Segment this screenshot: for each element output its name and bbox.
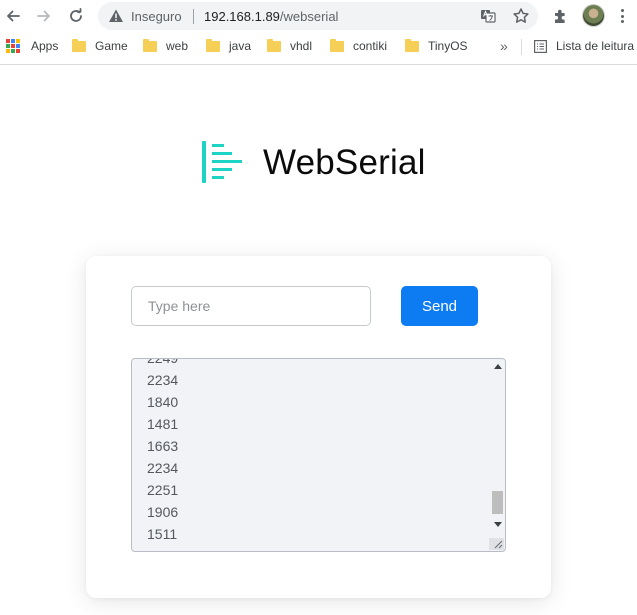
log-scrollbar[interactable] [490, 359, 505, 539]
address-bar[interactable]: Inseguro 192.168.1.89/webserial [98, 2, 538, 30]
log-line: 1481 [147, 416, 179, 432]
star-icon[interactable] [512, 7, 530, 25]
back-arrow-icon[interactable] [1, 4, 25, 28]
log-line: 2234 [147, 460, 179, 476]
serial-log-textarea[interactable]: 2249 2234 1840 1481 1663 2234 2251 1906 … [131, 358, 506, 552]
bookmark-vhdl[interactable]: vhdl [267, 38, 313, 53]
more-bookmarks-button[interactable]: » [500, 38, 508, 54]
apps-grid-icon [6, 39, 20, 53]
reading-list-icon[interactable] [534, 40, 547, 53]
serial-card: Send 2249 2234 1840 1481 1663 2234 2251 … [86, 256, 551, 598]
translate-icon[interactable] [480, 8, 496, 24]
bookmark-apps[interactable]: Apps [6, 39, 58, 53]
log-line: 1906 [147, 504, 179, 520]
avatar[interactable] [582, 4, 605, 27]
log-line: 1663 [147, 438, 179, 454]
bookmark-label: Apps [31, 39, 59, 53]
bookmark-label: Game [95, 39, 128, 53]
bookmark-contiki[interactable]: contiki [330, 38, 388, 53]
serial-log-lines: 2249 2234 1840 1481 1663 2234 2251 1906 … [147, 358, 179, 545]
folder-icon [267, 38, 281, 52]
page-content: WebSerial Send 2249 2234 1840 1481 1663 … [0, 65, 637, 615]
scroll-up-arrow-icon[interactable] [494, 364, 502, 369]
reading-list-button[interactable]: Lista de leitura [556, 39, 634, 53]
bookmark-java[interactable]: java [206, 38, 252, 53]
scroll-thumb[interactable] [492, 491, 503, 514]
bookmarks-bar: Apps Game web java vhdl contiki TinyOS »… [0, 34, 637, 60]
message-input[interactable] [131, 286, 371, 326]
scroll-down-arrow-icon[interactable] [494, 522, 502, 527]
folder-icon [143, 38, 157, 52]
resize-grip-icon[interactable] [489, 538, 504, 550]
bookmark-label: contiki [353, 39, 388, 53]
folder-icon [206, 38, 220, 52]
bookmark-web[interactable]: web [143, 38, 189, 53]
bookmark-label: web [166, 39, 189, 53]
reading-list-label: Lista de leitura [556, 39, 635, 53]
browser-toolbar: Inseguro 192.168.1.89/webserial [0, 0, 637, 32]
extensions-icon[interactable] [552, 7, 570, 25]
log-line: 2234 [147, 372, 179, 388]
url-path: /webserial [279, 9, 339, 24]
folder-icon [405, 38, 419, 52]
omnibox-divider [193, 9, 194, 24]
bookmark-label: TinyOS [428, 39, 468, 53]
url-text[interactable]: 192.168.1.89/webserial [204, 9, 338, 24]
folder-icon [330, 38, 344, 52]
warning-icon[interactable] [108, 8, 124, 24]
webserial-logo-icon [202, 141, 242, 183]
app-title: WebSerial [263, 143, 426, 182]
forward-arrow-icon[interactable] [32, 4, 56, 28]
bookmarks-divider [521, 39, 522, 55]
bookmark-game[interactable]: Game [72, 38, 128, 53]
url-host: 192.168.1.89 [204, 9, 280, 24]
bookmark-label: java [229, 39, 252, 53]
send-button[interactable]: Send [401, 286, 478, 326]
log-line: 2249 [147, 358, 179, 366]
bookmark-label: vhdl [290, 39, 313, 53]
log-line: 1840 [147, 394, 179, 410]
reload-icon[interactable] [64, 4, 88, 28]
bookmark-tinyos[interactable]: TinyOS [405, 38, 468, 53]
security-status[interactable]: Inseguro [131, 9, 182, 24]
log-line: 1511 [147, 526, 178, 542]
more-vert-icon[interactable] [616, 8, 628, 24]
log-line: 2251 [147, 482, 179, 498]
folder-icon [72, 38, 86, 52]
